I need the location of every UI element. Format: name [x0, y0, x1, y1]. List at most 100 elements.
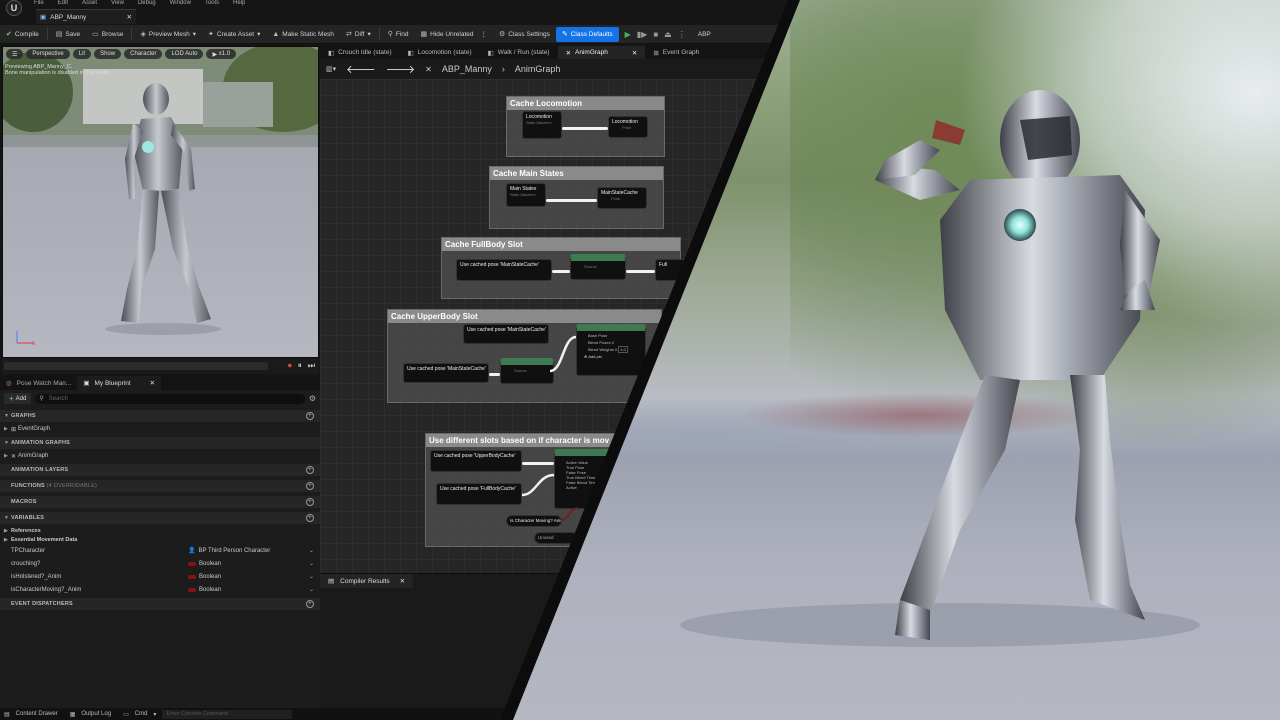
reroute-node[interactable]: Unused	[534, 532, 578, 544]
menu-help[interactable]: Help	[233, 0, 245, 8]
step-forward-icon[interactable]: ⏭	[308, 361, 315, 371]
blend-weight-value[interactable]: 1.0	[618, 346, 628, 353]
section-event-dispatchers[interactable]: EVENT DISPATCHERS +	[0, 598, 320, 610]
add-button[interactable]: + Add	[4, 393, 32, 404]
tab-pose-watch[interactable]: ◎ Pose Watch Man...	[0, 376, 77, 390]
section-functions[interactable]: FUNCTIONS (4 OVERRIDABLE) +	[0, 480, 320, 492]
section-animation-layers[interactable]: ANIMATION LAYERS +	[0, 464, 320, 476]
play-speed-button[interactable]: ▶ x1.0	[206, 49, 237, 59]
section-animation-graphs[interactable]: ▼ ANIMATION GRAPHS	[0, 437, 320, 449]
content-drawer-button[interactable]: Content Drawer	[16, 711, 58, 717]
menu-debug[interactable]: Debug	[138, 0, 156, 8]
variable-row[interactable]: isHolstered?_Anim Boolean ⌄	[0, 570, 320, 583]
forward-arrow-icon[interactable]: 🡒	[386, 62, 416, 76]
close-icon[interactable]: ✕	[632, 49, 637, 57]
state-machine-node[interactable]: Main States State Machine	[506, 183, 546, 207]
breadcrumb-graph[interactable]: AnimGraph	[515, 64, 561, 74]
compile-button[interactable]: ✔ Compile	[0, 27, 45, 42]
tab-my-blueprint[interactable]: ▣ My Blueprint ✕	[77, 376, 162, 390]
section-graphs[interactable]: ▼ GRAPHS +	[0, 410, 320, 422]
variable-type[interactable]: Boolean	[188, 561, 221, 567]
variable-row[interactable]: crouching? Boolean ⌄	[0, 557, 320, 570]
add-function-icon[interactable]: +	[306, 482, 314, 490]
save-cached-pose-node[interactable]: MainStateCache Pose	[597, 187, 647, 209]
create-asset-button[interactable]: ✦ Create Asset ▾	[202, 27, 266, 42]
use-cached-pose-node[interactable]: Use cached pose 'FullBodyCache'	[436, 483, 522, 505]
menu-window[interactable]: Window	[170, 0, 191, 8]
gear-icon[interactable]: ⚙	[309, 394, 316, 403]
menu-edit[interactable]: Edit	[58, 0, 68, 8]
menu-asset[interactable]: Asset	[82, 0, 97, 8]
show-button[interactable]: Show	[94, 49, 122, 59]
lod-button[interactable]: LOD Auto	[165, 49, 204, 59]
pause-icon[interactable]: ⏸	[298, 361, 302, 371]
close-icon[interactable]: ✕	[127, 13, 132, 21]
add-pin-row[interactable]: ⊕ Add pin	[580, 354, 642, 359]
variable-row[interactable]: TPCharacter 👤 BP Third Person Character ⌄	[0, 544, 320, 557]
document-tab[interactable]: ▣ ABP_Manny ✕	[36, 9, 136, 24]
chevron-down-icon[interactable]: ⌄	[309, 586, 314, 593]
add-layer-icon[interactable]: +	[306, 466, 314, 474]
tab-animgraph[interactable]: ✕ AnimGraph ✕	[557, 46, 646, 59]
tab-crouch-idle[interactable]: ◧ Crouch Idle (state)	[320, 46, 400, 59]
add-macro-icon[interactable]: +	[306, 498, 314, 506]
chevron-down-icon[interactable]: ▾	[153, 711, 156, 718]
unreal-logo-icon[interactable]: U	[6, 0, 22, 16]
step-icon[interactable]: ▮▶	[637, 30, 648, 39]
console-command-input[interactable]: Enter Console Command	[162, 709, 293, 719]
parent-class-label[interactable]: ABP	[692, 27, 717, 42]
chevron-down-icon[interactable]: ⌄	[309, 547, 314, 554]
back-arrow-icon[interactable]: 🡐	[346, 62, 376, 76]
search-input[interactable]: ⚲ Search	[35, 393, 305, 404]
state-machine-node[interactable]: Locomotion State Machine	[522, 111, 562, 139]
use-cached-pose-node[interactable]: Use cached pose 'MainStateCache'	[456, 259, 552, 281]
graph-item-eventgraph[interactable]: ▶ ⊞ EventGraph	[0, 423, 320, 435]
add-variable-icon[interactable]: +	[306, 514, 314, 522]
breadcrumb-asset[interactable]: ABP_Manny	[442, 64, 492, 74]
add-dispatcher-icon[interactable]: +	[306, 600, 314, 608]
section-variables[interactable]: ▼ VARIABLES +	[0, 512, 320, 524]
browse-button[interactable]: ▭ Browse	[86, 27, 129, 42]
viewport-menu-button[interactable]: ☰	[6, 49, 24, 59]
more-icon[interactable]: ⋮	[678, 30, 686, 39]
class-defaults-button[interactable]: ✎ Class Defaults	[555, 26, 619, 42]
record-icon[interactable]: ⏺	[288, 361, 292, 371]
graph-menu-icon[interactable]: ▥▾	[326, 65, 336, 73]
find-button[interactable]: ⚲ Find	[382, 27, 415, 42]
class-settings-button[interactable]: ⚙ Class Settings	[493, 27, 556, 42]
close-icon[interactable]: ✕	[150, 379, 155, 387]
tab-walk-run[interactable]: ◧ Walk / Run (state)	[480, 46, 558, 59]
graph-item-animgraph[interactable]: ▶ ✕ AnimGraph	[0, 450, 320, 462]
tab-event-graph[interactable]: ⊞ Event Graph	[645, 46, 707, 59]
chevron-down-icon[interactable]: ⌄	[309, 573, 314, 580]
output-log-button[interactable]: Output Log	[81, 711, 111, 717]
save-button[interactable]: ▤ Save	[50, 27, 86, 42]
variable-type[interactable]: Boolean	[188, 587, 221, 593]
diff-button[interactable]: ⇄ Diff ▾	[340, 27, 377, 42]
use-cached-pose-node[interactable]: Use cached pose 'MainStateCache'	[403, 363, 489, 383]
close-icon[interactable]: ✕	[400, 577, 405, 585]
use-cached-pose-node[interactable]: Use cached pose 'UpperBodyCache'	[430, 450, 522, 472]
menu-tools[interactable]: Tools	[205, 0, 219, 8]
preview-viewport[interactable]: ☰ Perspective Lit Show Character LOD Aut…	[2, 46, 319, 358]
slot-node[interactable]: Slot 'UpperBody' Source	[500, 358, 554, 384]
menu-view[interactable]: View	[111, 0, 124, 8]
perspective-button[interactable]: Perspective	[26, 49, 70, 59]
variable-getter-node[interactable]: Is Character Moving? Anim	[506, 515, 562, 527]
variable-type[interactable]: 👤 BP Third Person Character	[188, 547, 270, 555]
stop-icon[interactable]: ■	[653, 30, 658, 39]
use-cached-pose-node[interactable]: Use cached pose 'MainStateCache'	[463, 324, 549, 344]
playback-timeline[interactable]	[4, 362, 268, 370]
eject-icon[interactable]: ⏏	[664, 30, 672, 39]
play-icon[interactable]: ▶	[625, 30, 631, 39]
layered-blend-node[interactable]: Layered blend per bone Base Pose Blend P…	[576, 324, 646, 376]
slot-node[interactable]: Slot 'FullBody' Source	[570, 254, 626, 280]
more-options-icon[interactable]: ⋮	[481, 30, 488, 38]
tab-compiler-results[interactable]: ▤ Compiler Results ✕	[320, 574, 414, 588]
chevron-down-icon[interactable]: ⌄	[309, 560, 314, 567]
add-graph-icon[interactable]: +	[306, 412, 314, 420]
lit-button[interactable]: Lit	[72, 49, 92, 59]
menu-file[interactable]: File	[34, 0, 44, 8]
save-cached-pose-node[interactable]: Locomotion Pose	[608, 116, 648, 138]
hide-unrelated-button[interactable]: ▦ Hide Unrelated ⋮	[415, 27, 493, 42]
